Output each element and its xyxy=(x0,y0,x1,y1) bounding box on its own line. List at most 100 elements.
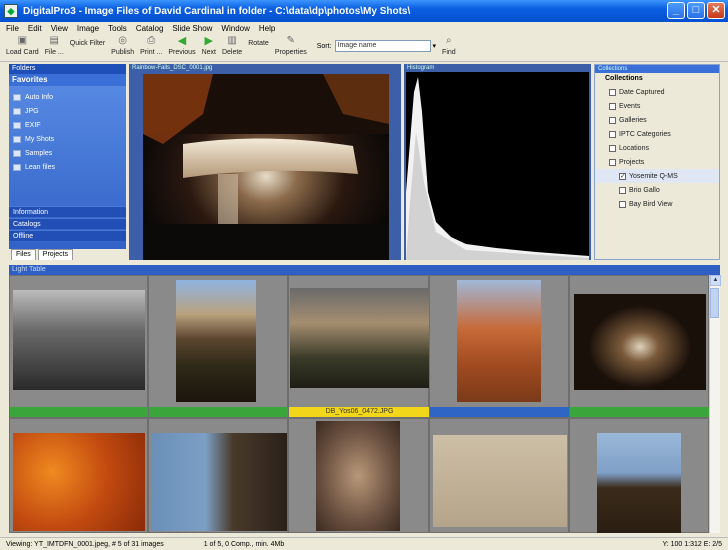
thumbnail-image xyxy=(290,288,429,388)
delete-button[interactable]: ▥ Delete xyxy=(222,34,242,56)
menu-tools[interactable]: Tools xyxy=(108,24,127,33)
collection-item[interactable]: Events xyxy=(595,99,719,113)
camera-icon: ▣ xyxy=(17,35,28,46)
thumbnail-caption: DB_Yos06_0472.JPG xyxy=(289,407,430,417)
vertical-scrollbar[interactable]: ▲ xyxy=(709,275,721,533)
thumbnail-image xyxy=(316,421,400,531)
delete-icon: ▥ xyxy=(227,35,237,46)
thumbnail-cell[interactable] xyxy=(569,275,710,418)
collections-header: Collections xyxy=(595,65,719,73)
menu-view[interactable]: View xyxy=(51,24,68,33)
properties-button[interactable]: ✎ Properties xyxy=(275,34,307,56)
checkbox[interactable] xyxy=(609,116,616,124)
thumbnail-image xyxy=(433,435,567,527)
quick-filter-button[interactable]: Quick Filter xyxy=(70,40,105,47)
thumbnail-cell[interactable] xyxy=(148,418,288,533)
information-section[interactable]: Information xyxy=(9,206,126,217)
collection-item[interactable]: Date Captured xyxy=(595,85,719,99)
folder-item[interactable]: Samples xyxy=(9,146,126,160)
folder-icon xyxy=(13,93,21,101)
tab-projects[interactable]: Projects xyxy=(37,249,74,260)
minimize-button[interactable]: _ xyxy=(667,2,685,19)
checkbox[interactable] xyxy=(609,144,616,152)
collection-item[interactable]: ✓ Yosemite Q-MS xyxy=(595,169,719,183)
folder-icon xyxy=(13,163,21,171)
checkbox[interactable] xyxy=(609,158,616,166)
catalogs-section[interactable]: Catalogs xyxy=(9,218,126,229)
thumbnail-cell[interactable] xyxy=(429,275,570,418)
collections-title: Collections xyxy=(605,75,643,82)
arrow-right-icon: ▶ xyxy=(204,35,213,47)
previous-button[interactable]: ◀ Previous xyxy=(168,34,195,56)
menu-image[interactable]: Image xyxy=(77,24,99,33)
print-icon: ⎙ xyxy=(147,35,156,46)
light-table-header: Light Table xyxy=(9,265,720,275)
status-mid: 1 of 5, 0 Comp., min. 4Mb xyxy=(203,540,285,548)
tab-files[interactable]: Files xyxy=(11,249,36,260)
close-button[interactable]: ✕ xyxy=(707,2,725,19)
favorites-header[interactable]: Favorites xyxy=(9,74,126,86)
rotate-button[interactable]: Rotate xyxy=(248,40,269,47)
find-button[interactable]: ⌕ Find xyxy=(442,34,456,56)
thumbnail-cell[interactable] xyxy=(429,418,569,533)
waterfall-preview-image[interactable] xyxy=(143,74,389,260)
folder-item[interactable]: Lean files xyxy=(9,160,126,174)
chevron-down-icon[interactable]: ▾ xyxy=(433,42,437,50)
publish-button[interactable]: ◎ Publish xyxy=(111,34,134,56)
status-bar: Viewing: YT_IMTDFN_0001.jpeg, # 5 of 31 … xyxy=(0,537,728,550)
collection-item[interactable]: IPTC Categories xyxy=(595,127,719,141)
checkbox[interactable] xyxy=(619,186,626,194)
menu-edit[interactable]: Edit xyxy=(28,24,42,33)
menu-file[interactable]: File xyxy=(6,24,19,33)
thumbnail-image xyxy=(13,290,145,390)
collection-item[interactable]: Bay Bird View xyxy=(595,197,719,211)
globe-icon: ◎ xyxy=(118,35,128,46)
folder-item[interactable]: EXIF xyxy=(9,118,126,132)
folder-item[interactable]: My Shots xyxy=(9,132,126,146)
menu-catalog[interactable]: Catalog xyxy=(136,24,164,33)
thumbnail-image xyxy=(151,433,287,531)
thumbnail-cell[interactable]: DB_Yos06_0472.JPG xyxy=(288,275,430,418)
collection-item[interactable]: Projects xyxy=(595,155,719,169)
save-icon: ▤ xyxy=(49,35,59,46)
thumbnail-cell[interactable] xyxy=(9,275,149,418)
checkbox[interactable] xyxy=(619,200,626,208)
file-button[interactable]: ▤ File ... xyxy=(45,34,64,56)
checkbox[interactable] xyxy=(609,88,616,96)
thumbnail-image xyxy=(176,280,256,402)
scroll-thumb[interactable] xyxy=(710,288,719,318)
collection-item[interactable]: Galleries xyxy=(595,113,719,127)
folder-item[interactable]: JPG xyxy=(9,104,126,118)
folder-item[interactable]: Auto Info xyxy=(9,90,126,104)
thumbnail-image xyxy=(457,280,541,402)
sort-select[interactable]: Image name xyxy=(334,40,431,52)
folders-panel: Folders Favorites Auto Info JPG EXIF My … xyxy=(9,64,126,260)
collection-item[interactable]: Brio Gallo xyxy=(595,183,719,197)
thumbnail-cell[interactable] xyxy=(288,418,429,533)
window-title: DigitalPro3 - Image Files of David Cardi… xyxy=(23,5,411,17)
toolbar: ▣ Load Card ▤ File ... Quick Filter ◎ Publi… xyxy=(0,34,728,62)
histogram-chart xyxy=(406,72,589,260)
thumbnail-cell[interactable] xyxy=(569,418,709,533)
title-bar: ◆ DigitalPro3 - Image Files of David Car… xyxy=(0,0,728,22)
checkbox-checked[interactable]: ✓ xyxy=(619,172,626,180)
menu-window[interactable]: Window xyxy=(221,24,249,33)
print-button[interactable]: ⎙ Print ... xyxy=(140,34,162,56)
checkbox[interactable] xyxy=(609,130,616,138)
thumbnail-cell[interactable] xyxy=(9,418,148,533)
preview-header: Rainbow-Falls_DSC_0001.jpg xyxy=(132,65,213,71)
menu-help[interactable]: Help xyxy=(259,24,275,33)
offline-section[interactable]: Offline xyxy=(9,230,126,241)
next-button[interactable]: ▶ Next xyxy=(202,34,216,56)
thumbnail-caption xyxy=(430,407,570,417)
sort-control: Sort: Image name ▾ xyxy=(317,40,436,52)
menu-slideshow[interactable]: Slide Show xyxy=(172,24,212,33)
load-card-button[interactable]: ▣ Load Card xyxy=(6,34,39,56)
thumbnail-cell[interactable] xyxy=(148,275,289,418)
folder-icon xyxy=(13,121,21,129)
checkbox[interactable] xyxy=(609,102,616,110)
app-icon: ◆ xyxy=(4,4,18,18)
maximize-button[interactable]: □ xyxy=(687,2,705,19)
scroll-up-icon[interactable]: ▲ xyxy=(710,275,721,286)
collection-item[interactable]: Locations xyxy=(595,141,719,155)
